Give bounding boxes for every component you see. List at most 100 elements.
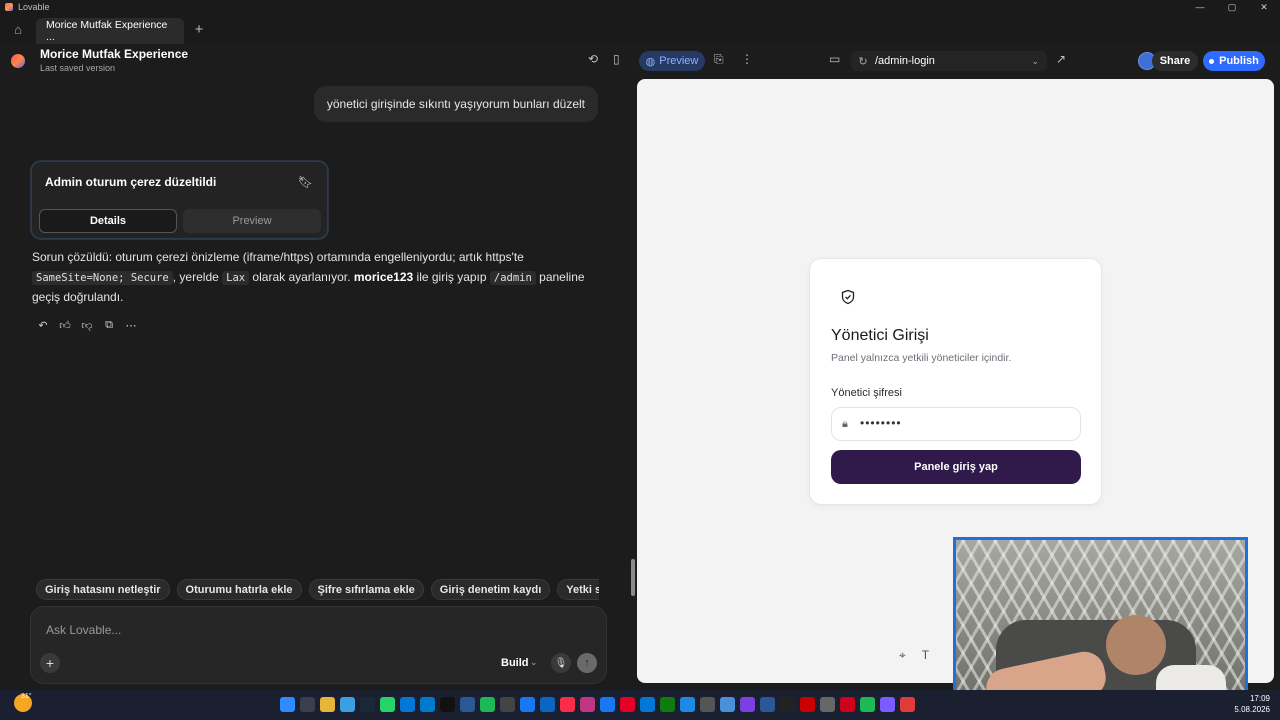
select-element-icon[interactable]: ⌖ — [899, 648, 906, 663]
more-vertical-icon[interactable]: ⋮ — [741, 52, 753, 66]
more-horizontal-icon[interactable]: ⋯ — [125, 319, 137, 332]
app-icon[interactable] — [500, 697, 515, 712]
new-tab-plus-icon[interactable]: + — [184, 21, 214, 38]
task-view-icon[interactable] — [300, 697, 315, 712]
preview-toggle-button[interactable]: ◍ Preview — [639, 51, 705, 71]
app-icon[interactable] — [680, 697, 695, 712]
os-title-bar: Lovable — ▢ ✕ — [0, 0, 1280, 14]
thumbs-down-icon[interactable]: 👎︎ — [81, 319, 93, 332]
app-icon[interactable] — [880, 697, 895, 712]
xbox-icon[interactable] — [660, 697, 675, 712]
bookmark-icon[interactable]: 🔖︎ — [298, 175, 313, 189]
answer-code: Lax — [222, 270, 250, 285]
chrome-icon[interactable] — [340, 697, 355, 712]
minimize-icon[interactable]: — — [1184, 2, 1216, 13]
webcam-person — [1106, 615, 1166, 675]
app-icon[interactable] — [780, 697, 795, 712]
route-path: /admin-login — [875, 55, 935, 67]
change-summary-card[interactable]: Admin oturum çerez düzeltildi 🔖︎ Details… — [31, 161, 328, 239]
suggestion-chip[interactable]: Giriş hatasını netleştir — [36, 579, 170, 600]
start-icon[interactable] — [280, 697, 295, 712]
sidebar-toggle-icon[interactable]: ▯ — [613, 52, 620, 66]
store-icon[interactable] — [400, 697, 415, 712]
answer-text: , yerelde — [172, 269, 223, 284]
suggestion-chip[interactable]: Giriş denetim kaydı — [430, 579, 551, 600]
app-header: Morice Mutfak Experience ⌄ Last saved ve… — [0, 44, 1280, 78]
maximize-icon[interactable]: ▢ — [1216, 2, 1248, 13]
undo-icon[interactable]: ↶ — [37, 319, 49, 332]
webcam-overlay — [953, 537, 1248, 703]
chat-input[interactable]: Ask Lovable... + Build ⌄ 🎙︎ ↑ — [30, 606, 607, 684]
preview-toggle-label: Preview — [659, 55, 699, 67]
add-attachment-icon[interactable]: + — [40, 653, 60, 673]
suggestion-chip[interactable]: Şifre sıfırlama ekle — [308, 579, 424, 600]
chevron-down-icon[interactable]: ⌄ — [173, 48, 181, 59]
app-icon[interactable] — [760, 697, 775, 712]
login-subtitle: Panel yalnızca yetkili yöneticiler içind… — [831, 352, 1012, 364]
suggestion-chip[interactable]: Yetki seviyeleri kur — [557, 579, 599, 600]
suggestion-chip[interactable]: Oturumu hatırla ekle — [176, 579, 302, 600]
app-icon[interactable] — [720, 697, 735, 712]
publish-button[interactable]: Publish — [1203, 51, 1265, 71]
monitor-icon[interactable]: ▭ — [829, 52, 840, 66]
browser-tab-bar: ⌂ Morice Mutfak Experience ... + — [0, 14, 1280, 44]
clock-date: 5.08.2026 — [1234, 705, 1270, 714]
facebook-icon[interactable] — [520, 697, 535, 712]
login-card: Yönetici Girişi Panel yalnızca yetkili y… — [809, 258, 1102, 505]
globe-icon: ◍ — [645, 55, 656, 68]
thumbs-up-icon[interactable]: 👍︎ — [59, 319, 71, 332]
chat-scrollbar-thumb[interactable] — [631, 559, 635, 596]
answer-code: /admin — [489, 270, 536, 285]
steam-icon[interactable] — [360, 697, 375, 712]
reload-icon[interactable]: ↻ — [851, 55, 875, 68]
chevron-down-icon[interactable]: ⌄ — [530, 657, 538, 668]
share-button[interactable]: Share — [1152, 51, 1198, 71]
instagram-icon[interactable] — [580, 697, 595, 712]
login-button[interactable]: Panele giriş yap — [831, 450, 1081, 484]
user-message: yönetici girişinde sıkıntı yaşıyorum bun… — [313, 86, 598, 122]
app-icon[interactable] — [700, 697, 715, 712]
app-icon[interactable] — [840, 697, 855, 712]
password-field[interactable]: 🔒︎ •••••••• — [831, 407, 1081, 441]
app-icon[interactable] — [800, 697, 815, 712]
answer-text: ile giriş yapıp — [413, 269, 490, 284]
pinterest-icon[interactable] — [620, 697, 635, 712]
app-icon[interactable] — [740, 697, 755, 712]
vscode-icon[interactable] — [420, 697, 435, 712]
browser-tab[interactable]: Morice Mutfak Experience ... — [36, 18, 184, 44]
app-icon[interactable] — [900, 697, 915, 712]
copy-icon[interactable]: ⧉ — [103, 319, 115, 332]
edge-icon[interactable] — [640, 697, 655, 712]
card-title: Admin oturum çerez düzeltildi — [45, 175, 217, 189]
tiktok-icon[interactable] — [440, 697, 455, 712]
mode-selector[interactable]: Build — [501, 657, 529, 669]
card-details-tab[interactable]: Details — [39, 209, 177, 233]
app-icon[interactable] — [460, 697, 475, 712]
open-external-icon[interactable]: ↗ — [1056, 52, 1066, 66]
code-file-icon[interactable]: ⎘ — [714, 52, 724, 67]
password-label: Yönetici şifresi — [831, 387, 902, 399]
settings-icon[interactable] — [820, 697, 835, 712]
app-icon[interactable] — [480, 697, 495, 712]
text-edit-icon[interactable]: T — [922, 648, 929, 663]
history-icon[interactable]: ⟲ — [588, 52, 598, 66]
whatsapp-icon[interactable] — [380, 697, 395, 712]
close-icon[interactable]: ✕ — [1248, 2, 1280, 13]
send-icon[interactable]: ↑ — [577, 653, 597, 673]
home-icon[interactable]: ⌂ — [0, 14, 36, 44]
suggestion-chips: Giriş hatasını netleştir Oturumu hatırla… — [36, 579, 599, 600]
microphone-icon[interactable]: 🎙︎ — [551, 653, 571, 673]
spotify-icon[interactable] — [860, 697, 875, 712]
route-selector[interactable]: ↻ /admin-login ⌄ — [851, 51, 1047, 71]
chevron-down-icon[interactable]: ⌄ — [1031, 56, 1039, 67]
system-clock[interactable]: 17:09 5.08.2026 — [1234, 693, 1270, 715]
messenger-icon[interactable] — [600, 697, 615, 712]
publish-dot-icon — [1209, 58, 1215, 64]
music-icon[interactable] — [560, 697, 575, 712]
file-explorer-icon[interactable] — [320, 697, 335, 712]
card-preview-tab[interactable]: Preview — [183, 209, 321, 233]
login-title: Yönetici Girişi — [831, 327, 929, 344]
project-name[interactable]: Morice Mutfak Experience — [40, 47, 188, 61]
browser-tab-title: Morice Mutfak Experience ... — [46, 19, 168, 43]
linkedin-icon[interactable] — [540, 697, 555, 712]
